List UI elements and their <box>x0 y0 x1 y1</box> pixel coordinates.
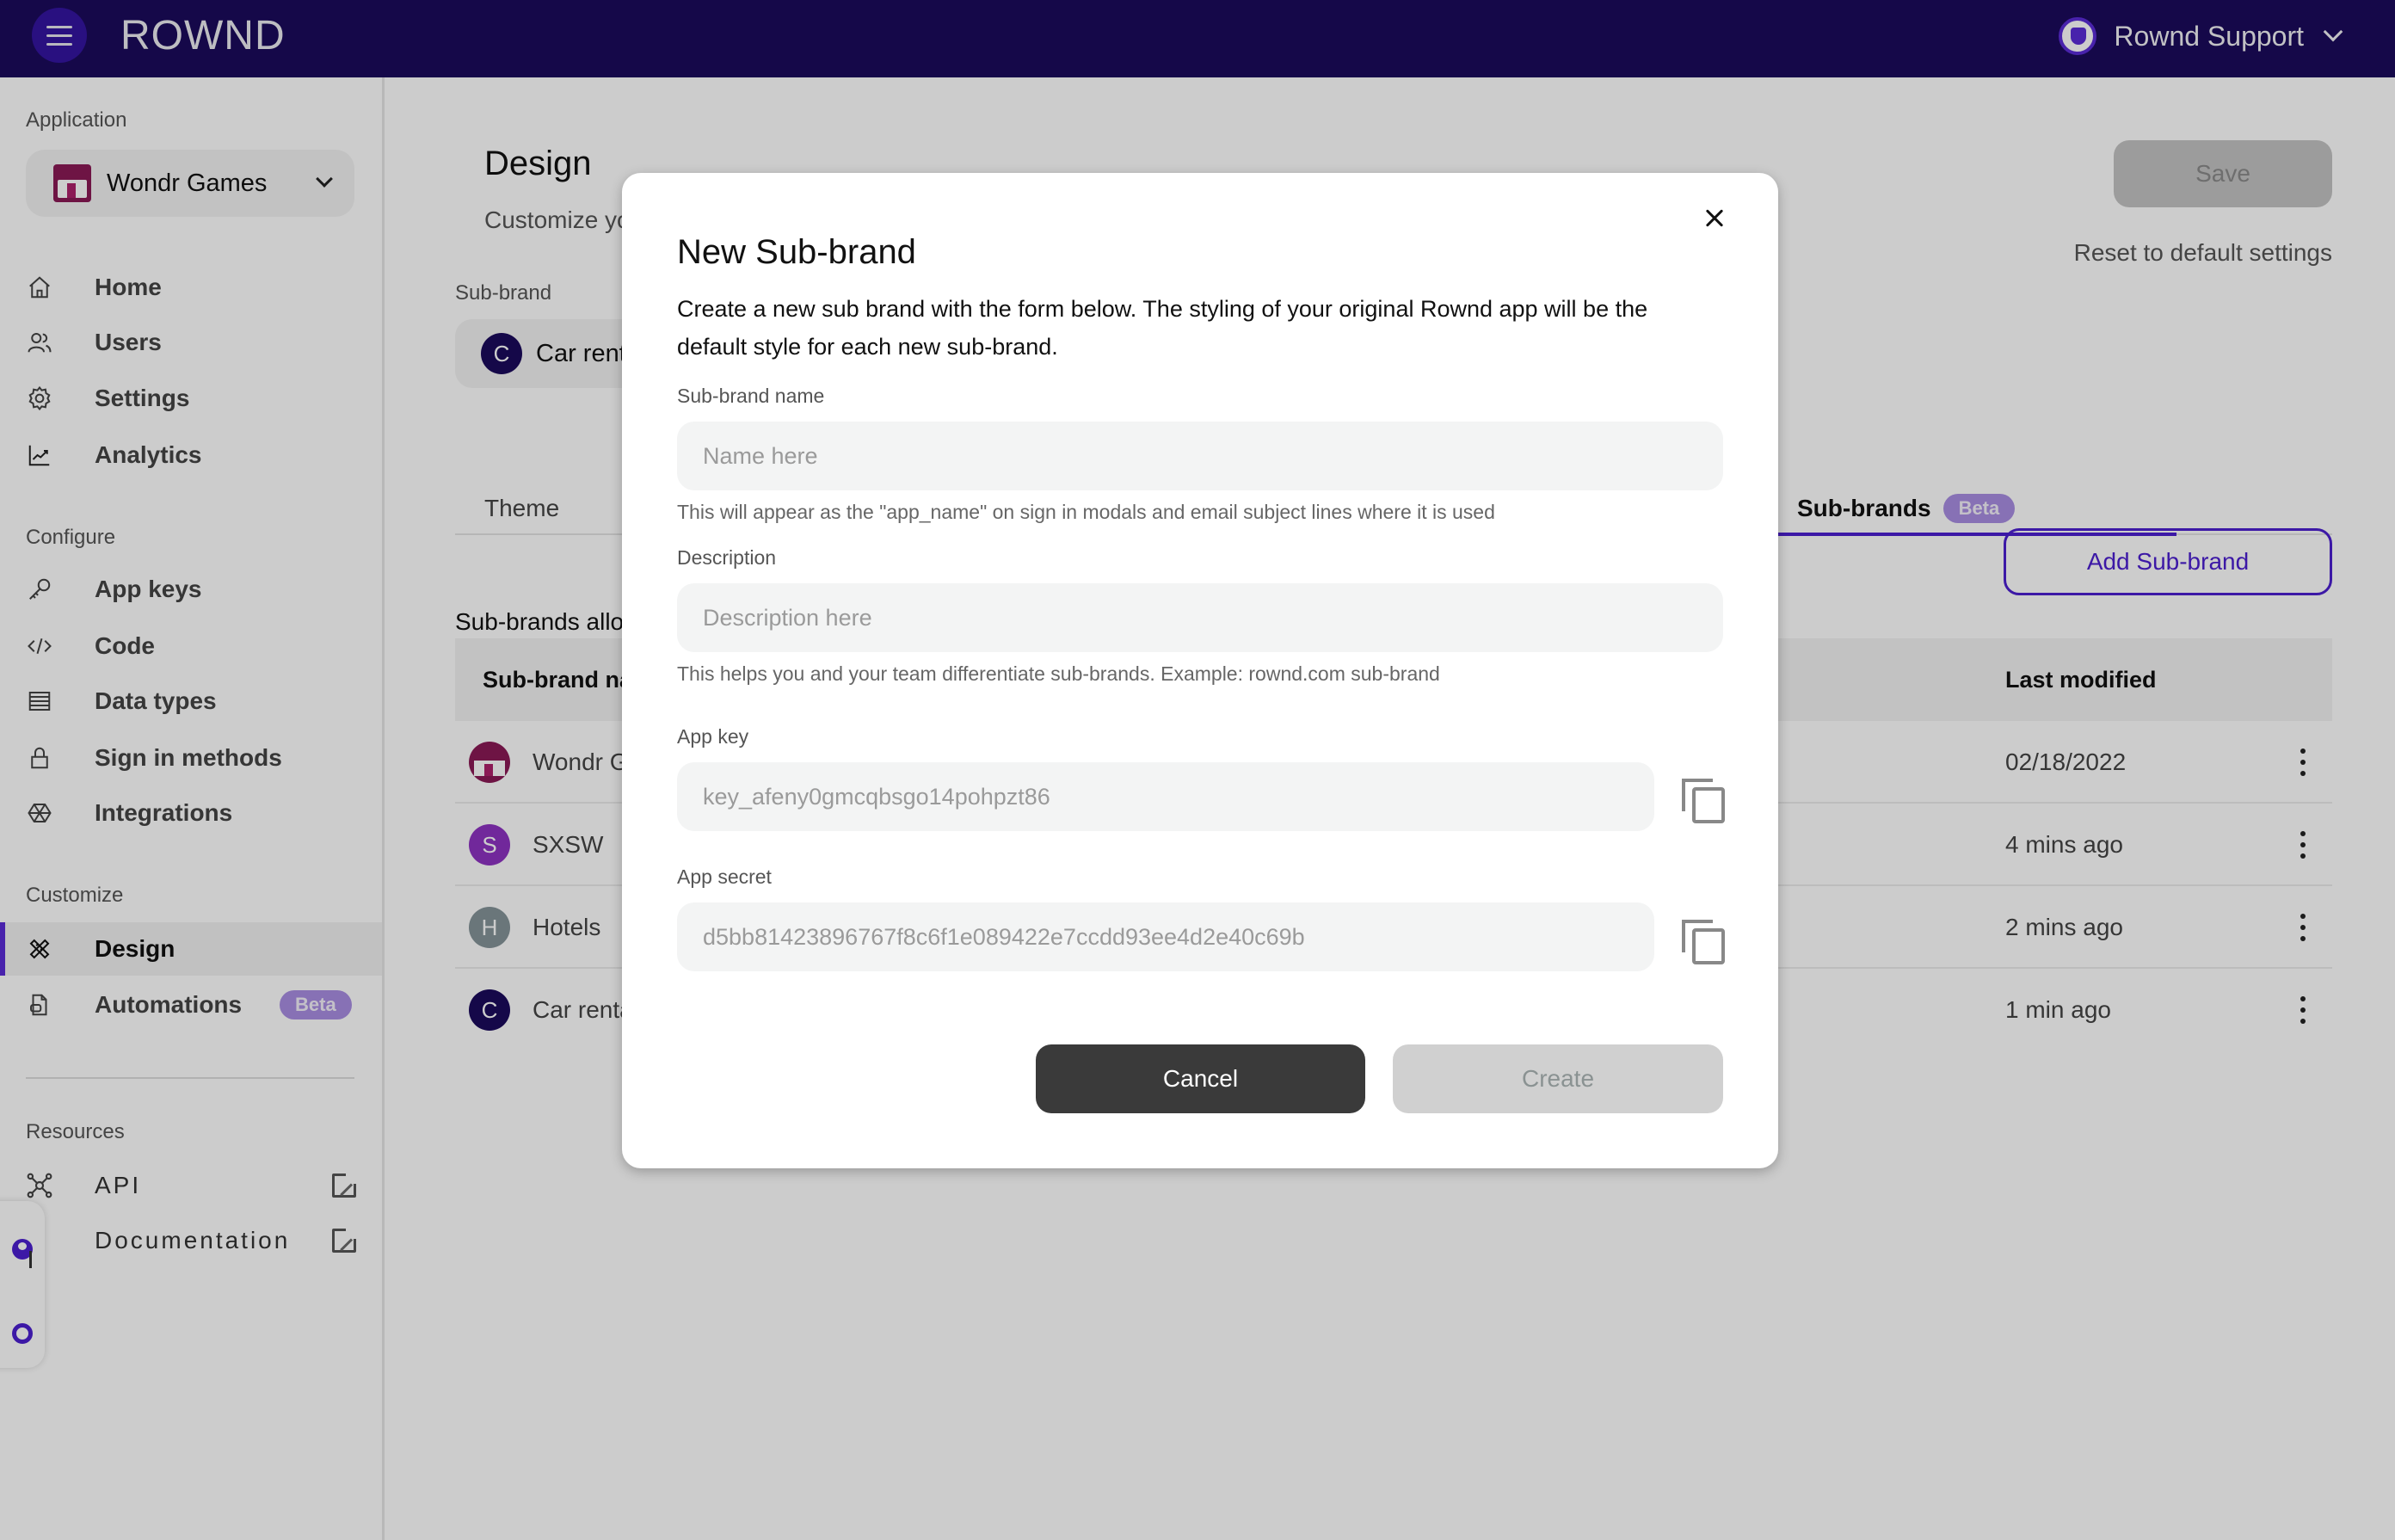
cancel-button[interactable]: Cancel <box>1036 1044 1365 1113</box>
description-label: Description <box>677 546 777 569</box>
app-key-field[interactable] <box>677 762 1654 831</box>
dialog-title: New Sub-brand <box>677 233 916 271</box>
new-subbrand-dialog: New Sub-brand Create a new sub brand wit… <box>622 173 1778 1168</box>
copy-app-secret-icon[interactable] <box>1682 920 1727 968</box>
subbrand-name-help: This will appear as the "app_name" on si… <box>677 501 1495 523</box>
copy-app-key-icon[interactable] <box>1682 779 1727 827</box>
app-key-label: App key <box>677 725 749 748</box>
subbrand-name-label: Sub-brand name <box>677 385 825 407</box>
description-input[interactable] <box>677 583 1723 652</box>
close-icon[interactable] <box>1696 199 1733 237</box>
app-secret-field[interactable] <box>677 902 1654 971</box>
dialog-description: Create a new sub brand with the form bel… <box>677 296 1648 360</box>
description-help: This helps you and your team differentia… <box>677 662 1440 685</box>
app-secret-label: App secret <box>677 865 772 888</box>
create-button[interactable]: Create <box>1393 1044 1723 1113</box>
subbrand-name-input[interactable] <box>677 422 1723 490</box>
